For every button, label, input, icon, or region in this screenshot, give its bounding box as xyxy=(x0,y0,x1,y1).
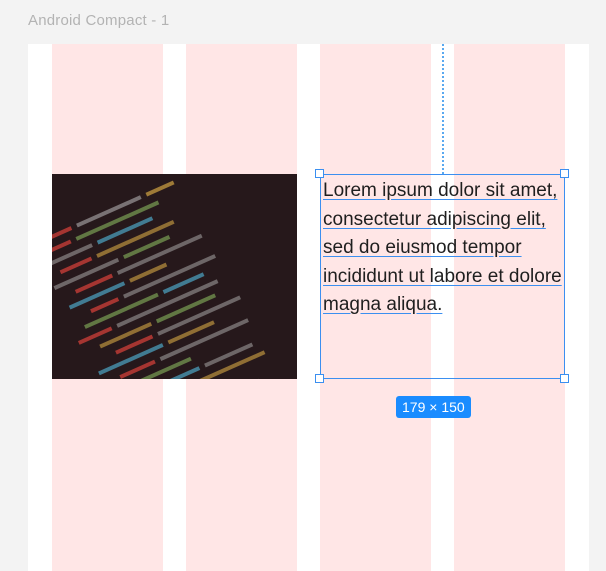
android-frame[interactable]: Lorem ipsum dolor sit amet, consectetur … xyxy=(28,44,589,571)
frame-label[interactable]: Android Compact - 1 xyxy=(28,12,169,29)
spacing-guide-line xyxy=(442,44,444,174)
resize-handle-top-left[interactable] xyxy=(315,169,324,178)
dimension-badge: 179 × 150 xyxy=(396,396,471,418)
resize-handle-bottom-right[interactable] xyxy=(560,374,569,383)
resize-handle-top-right[interactable] xyxy=(560,169,569,178)
resize-handle-bottom-left[interactable] xyxy=(315,374,324,383)
lorem-ipsum-text[interactable]: Lorem ipsum dolor sit amet, consectetur … xyxy=(323,177,568,320)
code-image-graphic xyxy=(52,174,297,379)
text-layer-selection[interactable]: Lorem ipsum dolor sit amet, consectetur … xyxy=(320,174,565,379)
code-screenshot-image[interactable] xyxy=(52,174,297,379)
